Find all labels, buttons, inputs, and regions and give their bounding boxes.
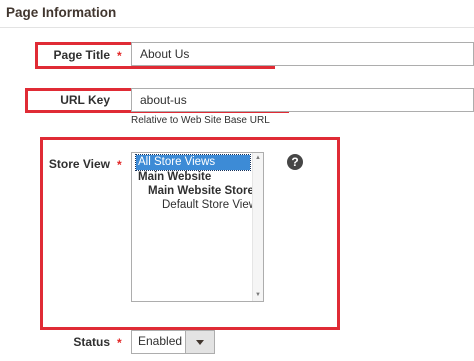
- section-divider: [0, 27, 474, 28]
- url-key-input[interactable]: about-us: [131, 88, 474, 112]
- question-circle-icon[interactable]: ?: [287, 154, 303, 170]
- store-view-required-mark: *: [117, 158, 122, 172]
- store-view-label: Store View: [48, 157, 110, 171]
- chevron-down-icon: [196, 340, 204, 345]
- section-title: Page Information: [6, 5, 117, 20]
- store-view-option-default[interactable]: Default Store View: [162, 199, 257, 211]
- scroll-down-arrow-icon[interactable]: ▼: [255, 292, 261, 298]
- store-view-scrollbar[interactable]: ▲ ▼: [252, 153, 263, 301]
- url-key-note: Relative to Web Site Base URL: [131, 115, 270, 126]
- status-required-mark: *: [117, 336, 122, 350]
- store-view-multiselect[interactable]: All Store Views Main Website Main Websit…: [131, 152, 264, 302]
- page-title-required-mark: *: [117, 49, 122, 63]
- page-title-input[interactable]: About Us: [131, 42, 474, 66]
- status-select-button[interactable]: [185, 331, 214, 353]
- page-title-label: Page Title: [53, 48, 110, 62]
- store-view-option-main-website-store[interactable]: Main Website Store: [148, 185, 254, 197]
- scroll-up-arrow-icon[interactable]: ▲: [255, 155, 261, 161]
- store-view-option-all[interactable]: All Store Views: [135, 154, 251, 171]
- status-label: Status: [73, 335, 110, 349]
- status-select-value: Enabled: [138, 334, 183, 348]
- url-key-label: URL Key: [60, 93, 110, 107]
- status-select[interactable]: Enabled: [131, 330, 215, 354]
- store-view-option-main-website[interactable]: Main Website: [138, 171, 211, 183]
